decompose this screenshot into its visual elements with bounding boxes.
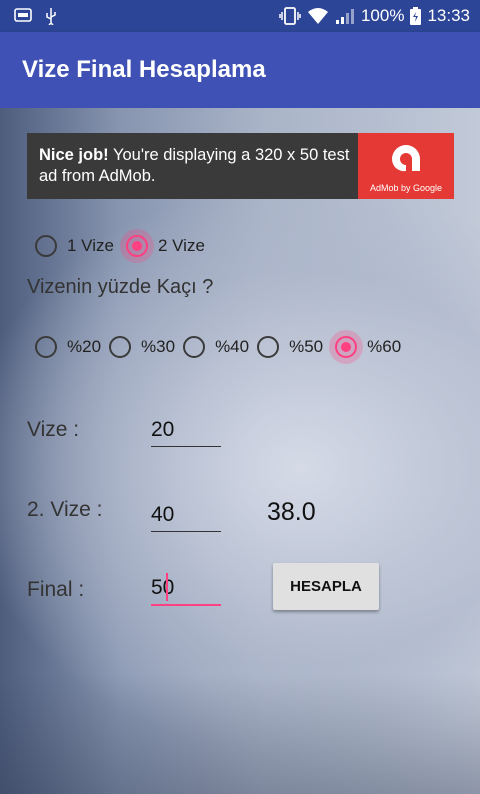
- ad-strong-text: Nice job!: [39, 146, 109, 164]
- usb-icon: [46, 8, 56, 25]
- wifi-icon: [307, 8, 328, 24]
- admob-icon: [391, 145, 420, 172]
- radio-percent-30[interactable]: %30: [109, 336, 175, 358]
- radio-label: %30: [141, 337, 176, 356]
- radio-circle: [109, 336, 132, 358]
- radio-circle: [35, 336, 57, 358]
- radio-label: 2 Vize: [157, 236, 205, 255]
- vibrate-icon: [279, 7, 301, 25]
- vize2-input[interactable]: 40: [151, 503, 221, 532]
- clock: 13:33: [427, 6, 470, 25]
- percent-group: %20 %30 %40 %50 %60: [35, 330, 409, 364]
- ad-text: Nice job! You're displaying a 320 x 50 t…: [39, 145, 359, 187]
- radio-label: %20: [67, 337, 102, 356]
- percent-question: Vizenin yüzde Kaçı ?: [27, 276, 214, 298]
- radio-label: 1 Vize: [67, 236, 114, 255]
- app-title: Vize Final Hesaplama: [22, 56, 266, 83]
- radio-percent-40[interactable]: %40: [183, 336, 249, 358]
- radio-circle: [35, 235, 57, 257]
- vize1-label: Vize :: [27, 418, 80, 441]
- radio-circle: [183, 336, 206, 358]
- radio-2-vize[interactable]: 2 Vize: [119, 229, 205, 263]
- radio-label: %60: [367, 337, 402, 356]
- radio-percent-20[interactable]: %20: [35, 336, 101, 358]
- final-input[interactable]: 50: [151, 576, 221, 606]
- vize1-input[interactable]: 20: [151, 418, 221, 447]
- admob-brand: AdMob by Google: [369, 183, 443, 193]
- hesapla-button[interactable]: HESAPLA: [273, 563, 379, 610]
- signal-icon: [335, 9, 354, 24]
- vize-count-group: 1 Vize 2 Vize: [35, 229, 213, 263]
- notification-count-icon: [14, 8, 32, 22]
- status-bar: 100% 13:33: [0, 0, 480, 32]
- ad-banner[interactable]: Nice job! You're displaying a 320 x 50 t…: [27, 133, 454, 199]
- battery-percent: 100%: [360, 6, 405, 25]
- radio-circle: [257, 336, 280, 358]
- radio-label: %50: [289, 337, 324, 356]
- radio-label: %40: [215, 337, 250, 356]
- main-content: Nice job! You're displaying a 320 x 50 t…: [0, 108, 480, 794]
- admob-logo: AdMob by Google: [358, 133, 454, 199]
- radio-percent-60[interactable]: %60: [329, 330, 402, 364]
- vize2-label: 2. Vize :: [27, 498, 103, 521]
- radio-circle-selected: [119, 229, 154, 263]
- text-cursor: [166, 573, 168, 601]
- final-label: Final :: [27, 578, 85, 601]
- battery-icon: [410, 7, 422, 25]
- radio-1-vize[interactable]: 1 Vize: [35, 235, 114, 257]
- radio-percent-50[interactable]: %50: [257, 336, 323, 358]
- result-value: 38.0: [267, 498, 316, 526]
- app-bar: Vize Final Hesaplama: [0, 32, 480, 108]
- radio-circle-selected: [329, 330, 364, 364]
